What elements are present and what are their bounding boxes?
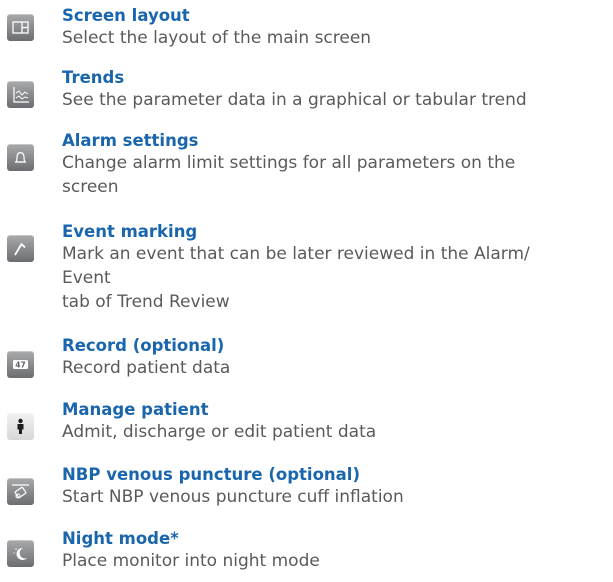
item-title: Trends [62, 68, 125, 87]
item-description: Mark an event that can be later reviewed… [62, 244, 530, 312]
item-description: Place monitor into night mode [62, 551, 320, 571]
nbp-cuff-icon [7, 478, 34, 505]
item-description: Record patient data [62, 358, 231, 378]
item-title: Night mode* [62, 529, 179, 548]
trends-icon [7, 81, 34, 108]
item-description: Start NBP venous puncture cuff inflation [62, 487, 404, 507]
item-title: Screen layout [62, 6, 190, 25]
quick-key-list: Screen layout Select the layout of the m… [0, 0, 613, 582]
patient-figure-icon [7, 413, 34, 440]
screen-layout-icon [7, 14, 34, 41]
item-description: Select the layout of the main screen [62, 28, 372, 48]
svg-text:47: 47 [15, 361, 25, 370]
item-title: Record (optional) [62, 336, 225, 355]
item-title: Event marking [62, 222, 198, 241]
event-flag-icon [7, 235, 34, 262]
item-title: Alarm settings [62, 131, 199, 150]
item-title: NBP venous puncture (optional) [62, 465, 360, 484]
item-description: Change alarm limit settings for all para… [62, 153, 516, 197]
recorder-icon: 47 [7, 351, 34, 378]
item-description: See the parameter data in a graphical or… [62, 90, 527, 110]
alarm-bell-icon [7, 144, 34, 171]
item-description: Admit, discharge or edit patient data [62, 422, 377, 442]
moon-icon [7, 540, 34, 567]
item-title: Manage patient [62, 400, 209, 419]
